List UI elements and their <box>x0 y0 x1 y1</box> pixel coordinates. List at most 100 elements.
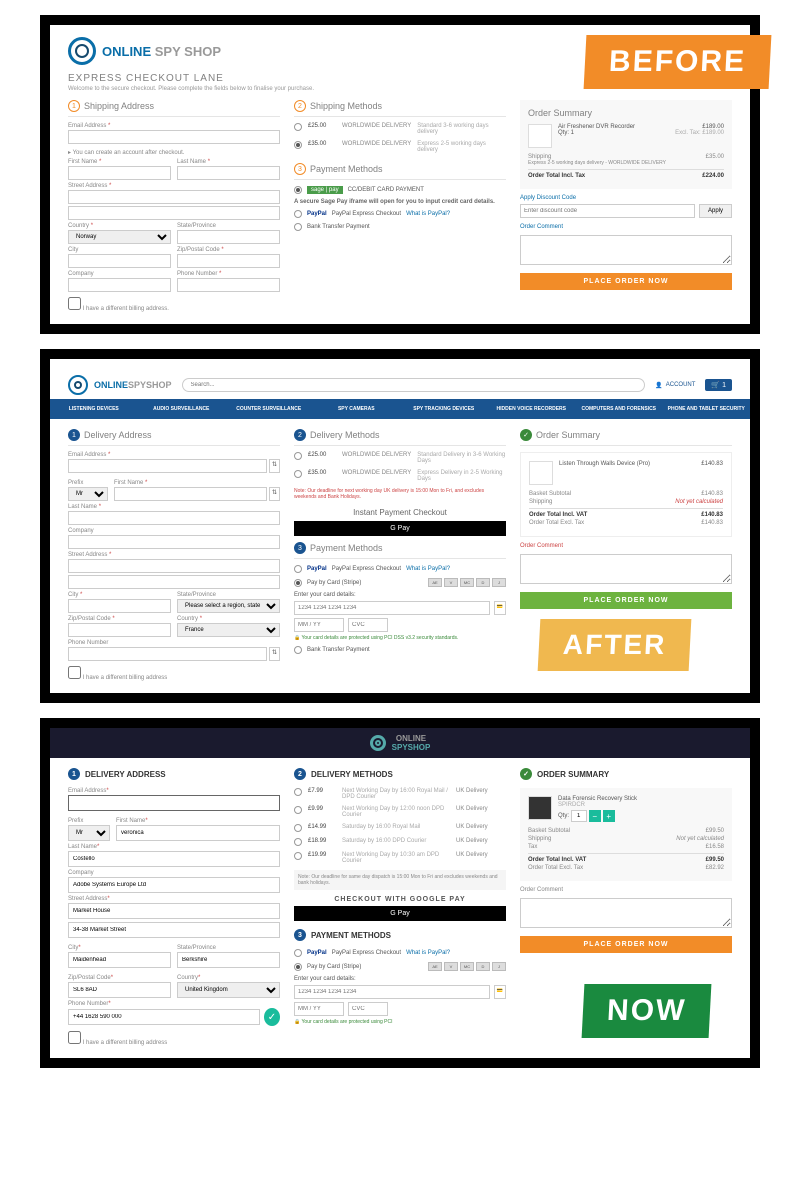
pay-card[interactable]: Pay by Card (Stripe)AEVMCDJ <box>294 578 506 587</box>
company-field[interactable] <box>68 278 171 292</box>
card-number-input[interactable] <box>294 601 490 615</box>
delivery-option[interactable]: £18.99Saturday by 16:00 DPD CourierUK De… <box>294 838 506 846</box>
city-field[interactable] <box>68 599 171 613</box>
place-order-button[interactable]: PLACE ORDER NOW <box>520 592 732 609</box>
country-select[interactable]: United Kingdom <box>177 982 280 998</box>
card-exp-input[interactable] <box>294 618 344 632</box>
apply-button[interactable]: Apply <box>699 204 732 218</box>
ship-option[interactable]: £35.00WORLDWIDE DELIVERYExpress Delivery… <box>294 470 506 482</box>
zip-field[interactable] <box>68 982 171 998</box>
state-field[interactable] <box>177 952 280 968</box>
pay-paypal[interactable]: PayPalPayPal Express Checkout What is Pa… <box>294 565 506 573</box>
product-thumb <box>529 461 553 485</box>
check-icon: ✓ <box>264 1008 280 1026</box>
first-name-field[interactable] <box>68 166 171 180</box>
pay-card[interactable]: Pay by Card (Stripe)AEVMCDJ <box>294 962 506 971</box>
cart-button[interactable]: 🛒 1 <box>705 379 732 391</box>
search-input[interactable] <box>182 378 646 392</box>
zip-field[interactable] <box>68 623 171 637</box>
phone-field[interactable] <box>177 278 280 292</box>
gpay-button[interactable]: G Pay <box>294 906 506 921</box>
after-badge: AFTER <box>537 619 691 671</box>
street-field-2[interactable] <box>68 575 280 589</box>
nav-item[interactable]: PHONE AND TABLET SECURITY <box>663 403 751 415</box>
last-name-field[interactable] <box>68 851 280 867</box>
country-select[interactable]: Norway <box>68 230 171 244</box>
street-field-2[interactable] <box>68 922 280 938</box>
pay-paypal[interactable]: PayPalPayPal Express Checkout What is Pa… <box>294 949 506 957</box>
diff-billing-checkbox[interactable] <box>68 666 81 679</box>
now-card: NOW ONLINESPYSHOP 1DELIVERY ADDRESS Emai… <box>40 718 760 1068</box>
pay-bank[interactable]: Bank Transfer Payment <box>294 646 506 654</box>
product-thumb <box>528 124 552 148</box>
zip-field[interactable] <box>177 254 280 268</box>
delivery-option[interactable]: £9.99Next Working Day by 12:00 noon DPD … <box>294 806 506 818</box>
qty-minus[interactable]: − <box>589 810 601 822</box>
last-name-field[interactable] <box>68 511 280 525</box>
street-field-2[interactable] <box>68 206 280 220</box>
before-badge: BEFORE <box>584 35 772 89</box>
delivery-option[interactable]: £19.99Next Working Day by 10:30 am DPD C… <box>294 852 506 864</box>
card-number-input[interactable] <box>294 985 490 999</box>
now-badge: NOW <box>581 984 711 1038</box>
street-field-1[interactable] <box>68 559 280 573</box>
pay-bank[interactable]: Bank Transfer Payment <box>294 223 506 231</box>
country-select[interactable]: France <box>177 623 280 637</box>
nav-item[interactable]: COUNTER SURVEILLANCE <box>225 403 313 415</box>
last-name-field[interactable] <box>177 166 280 180</box>
delivery-option[interactable]: £7.99Next Working Day by 16:00 Royal Mai… <box>294 788 506 800</box>
diff-billing-checkbox[interactable] <box>68 297 81 310</box>
place-order-button[interactable]: PLACE ORDER NOW <box>520 273 732 290</box>
city-field[interactable] <box>68 952 171 968</box>
email-stepper[interactable]: ⇅ <box>269 459 280 473</box>
before-card: BEFORE ONLINE SPY SHOP EXPRESS CHECKOUT … <box>40 15 760 334</box>
street-field-1[interactable] <box>68 903 280 919</box>
shipping-payment-col: 2Shipping Methods £25.00WORLDWIDE DELIVE… <box>294 100 506 312</box>
ship-option-express[interactable]: £35.00WORLDWIDE DELIVERYExpress 2-5 work… <box>294 141 506 153</box>
street-field-1[interactable] <box>68 190 280 204</box>
nav-item[interactable]: SPY CAMERAS <box>313 403 401 415</box>
comment-box[interactable] <box>520 235 732 265</box>
after-card: AFTER ONLINESPYSHOP 👤 ACCOUNT 🛒 1 LISTEN… <box>40 349 760 703</box>
pay-paypal[interactable]: PayPalPayPal Express Checkout What is Pa… <box>294 210 506 218</box>
gpay-button[interactable]: G Pay <box>294 521 506 536</box>
city-field[interactable] <box>68 254 171 268</box>
state-select[interactable]: Please select a region, state or <box>177 599 280 613</box>
shipping-address-col: 1Shipping Address Email Address * ▸ You … <box>68 100 280 312</box>
nav-item[interactable]: HIDDEN VOICE RECORDERS <box>488 403 576 415</box>
place-order-button[interactable]: PLACE ORDER NOW <box>520 936 732 953</box>
ship-option[interactable]: £25.00WORLDWIDE DELIVERYStandard Deliver… <box>294 452 506 464</box>
card-cvc-input[interactable] <box>348 1002 388 1016</box>
first-name-field[interactable] <box>114 487 267 501</box>
card-exp-input[interactable] <box>294 1002 344 1016</box>
email-field[interactable] <box>68 459 267 473</box>
phone-field[interactable] <box>68 1009 260 1025</box>
qty-input[interactable] <box>571 810 587 822</box>
diff-billing-checkbox[interactable] <box>68 1031 81 1044</box>
discount-input[interactable] <box>520 204 695 218</box>
product-thumb <box>528 796 552 820</box>
qty-plus[interactable]: + <box>603 810 615 822</box>
comment-box[interactable] <box>520 898 732 928</box>
phone-field[interactable] <box>68 647 267 661</box>
main-nav: LISTENING DEVICESAUDIO SURVEILLANCECOUNT… <box>50 399 750 419</box>
email-field[interactable] <box>68 795 280 811</box>
nav-item[interactable]: COMPUTERS AND FORENSICS <box>575 403 663 415</box>
order-summary-col: Order Summary Air Freshener DVR Recorder… <box>520 100 732 312</box>
first-name-field[interactable] <box>116 825 280 841</box>
nav-item[interactable]: SPY TRACKING DEVICES <box>400 403 488 415</box>
nav-item[interactable]: AUDIO SURVEILLANCE <box>138 403 226 415</box>
comment-box[interactable] <box>520 554 732 584</box>
state-field[interactable] <box>177 230 280 244</box>
delivery-option[interactable]: £14.99Saturday by 16:00 Royal MailUK Del… <box>294 824 506 832</box>
prefix-select[interactable]: Mr <box>68 825 110 841</box>
email-field[interactable] <box>68 130 280 144</box>
ship-option-standard[interactable]: £25.00WORLDWIDE DELIVERYStandard 3-6 wor… <box>294 123 506 135</box>
prefix-select[interactable]: Mr <box>68 487 108 501</box>
company-field[interactable] <box>68 877 280 893</box>
account-link[interactable]: 👤 ACCOUNT <box>655 382 695 389</box>
company-field[interactable] <box>68 535 280 549</box>
card-cvc-input[interactable] <box>348 618 388 632</box>
nav-item[interactable]: LISTENING DEVICES <box>50 403 138 415</box>
pay-sage[interactable]: sage | payCC/DEBIT CARD PAYMENT <box>294 186 506 194</box>
